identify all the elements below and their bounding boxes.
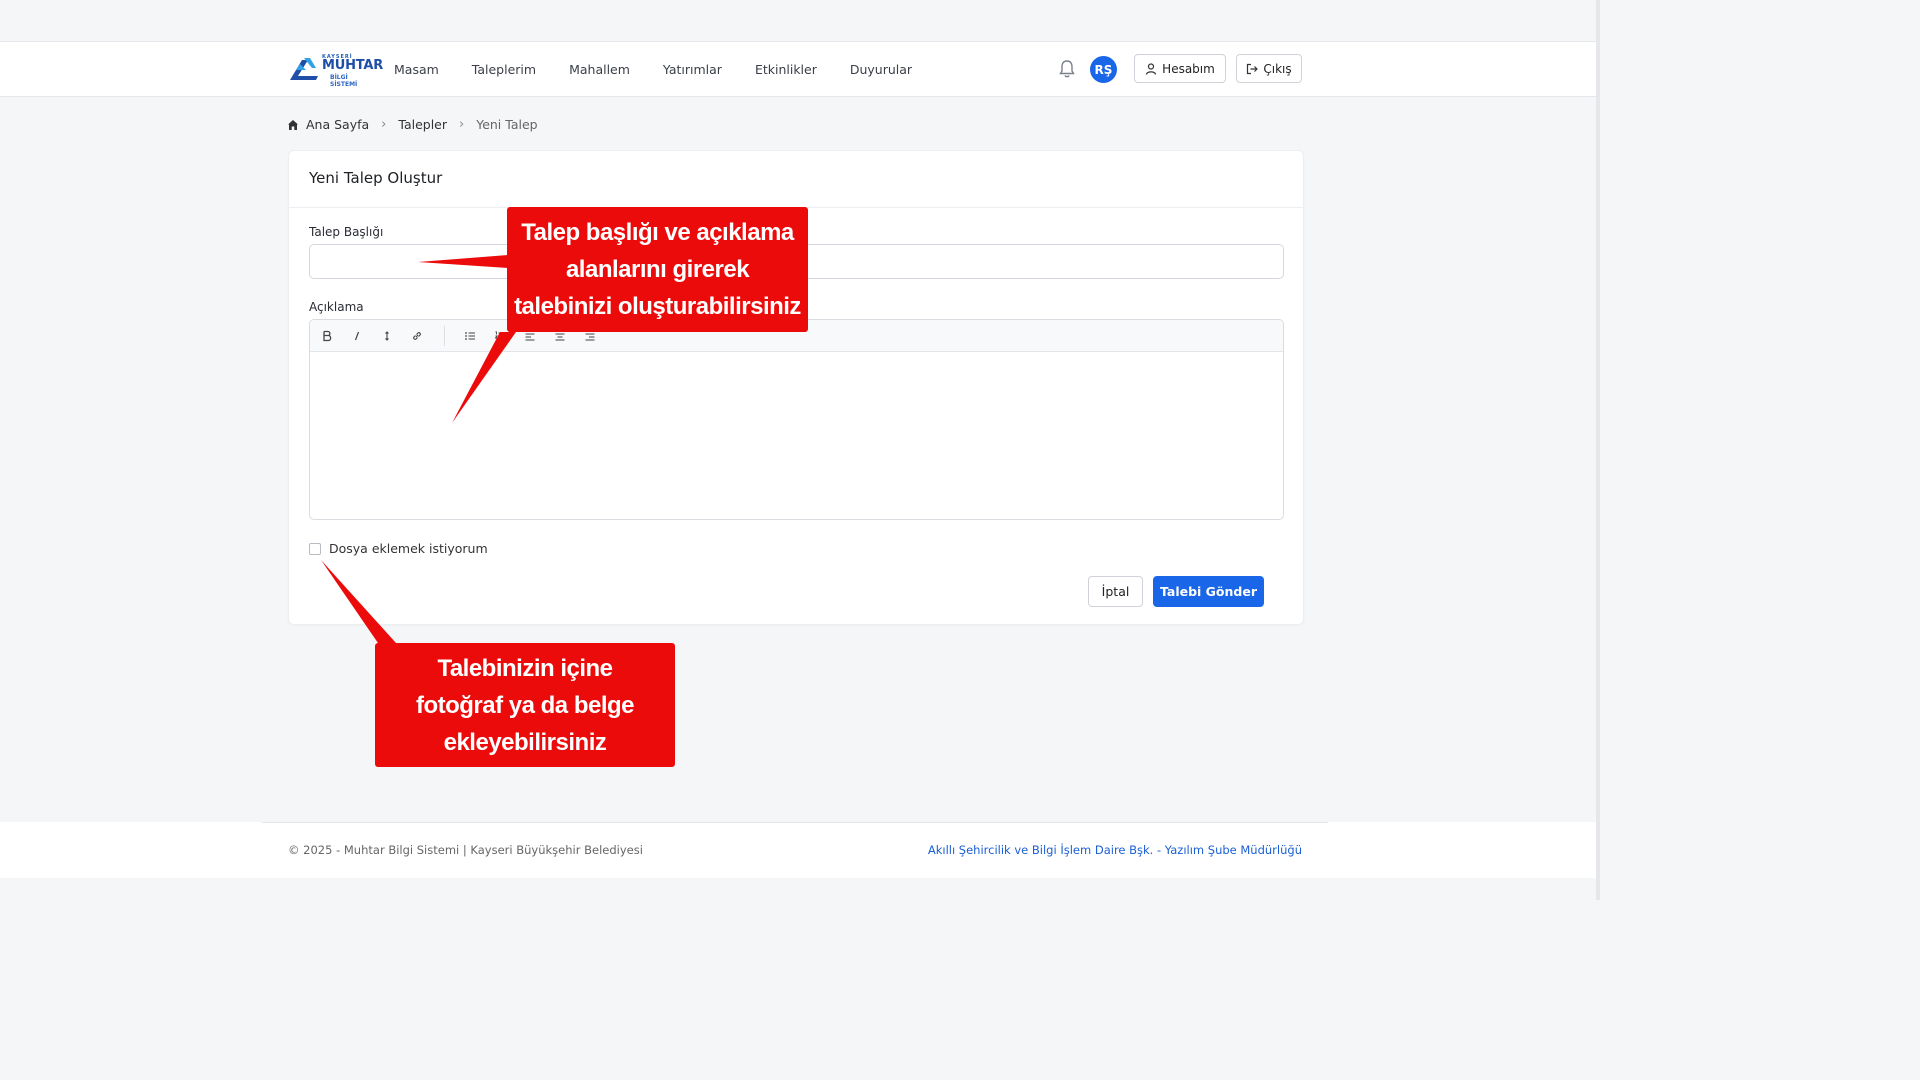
nav-item-mahallem[interactable]: Mahallem: [569, 62, 630, 77]
submit-button[interactable]: Talebi Gönder: [1153, 576, 1264, 607]
callout-1-line-2: alanlarını girerek: [565, 256, 750, 283]
link-icon[interactable]: [402, 324, 432, 348]
attach-file-row: Dosya eklemek istiyorum: [309, 541, 488, 556]
callout-1-line-3: talebinizi oluşturabilirsiniz: [514, 293, 801, 320]
logo[interactable]: KAYSERİ MUHTAR BİLGİ SİSTEMİ: [288, 54, 383, 88]
nav-item-taleplerim[interactable]: Taleplerim: [472, 62, 536, 77]
footer-copyright: © 2025 - Muhtar Bilgi Sistemi | Kayseri …: [288, 843, 643, 857]
bell-icon[interactable]: [1058, 59, 1076, 79]
footer-divider: [262, 822, 1328, 823]
main-nav: Masam Taleplerim Mahallem Yatırımlar Etk…: [394, 42, 945, 96]
account-button[interactable]: Hesabım: [1134, 54, 1226, 83]
description-label: Açıklama: [309, 300, 364, 314]
logo-main-text: MUHTAR: [322, 58, 384, 73]
callout-2-line-3: ekleyebilirsiniz: [443, 728, 607, 756]
account-label: Hesabım: [1162, 61, 1215, 76]
breadcrumb: Ana Sayfa › Talepler › Yeni Talep: [287, 117, 538, 132]
user-icon: [1146, 62, 1157, 75]
logo-mark-icon: [290, 58, 318, 80]
home-icon[interactable]: [287, 119, 299, 131]
logout-button[interactable]: Çıkış: [1236, 54, 1302, 83]
breadcrumb-home[interactable]: Ana Sayfa: [306, 117, 369, 132]
cancel-button[interactable]: İptal: [1088, 576, 1143, 607]
breadcrumb-section[interactable]: Talepler: [398, 117, 447, 132]
footer: © 2025 - Muhtar Bilgi Sistemi | Kayseri …: [0, 822, 1596, 878]
navbar: KAYSERİ MUHTAR BİLGİ SİSTEMİ Masam Talep…: [0, 41, 1596, 97]
breadcrumb-current: Yeni Talep: [476, 117, 538, 132]
font-size-icon[interactable]: [372, 324, 402, 348]
description-editor[interactable]: [309, 319, 1284, 520]
chevron-right-icon: ›: [459, 117, 465, 132]
italic-icon[interactable]: [342, 324, 372, 348]
page-title: Yeni Talep Oluştur: [309, 169, 443, 187]
toolbar-divider: [444, 325, 445, 346]
top-band: [0, 0, 1600, 41]
logout-icon: [1247, 63, 1259, 74]
attach-file-label[interactable]: Dosya eklemek istiyorum: [329, 541, 488, 556]
footer-department-link[interactable]: Akıllı Şehircilik ve Bilgi İşlem Daire B…: [928, 843, 1302, 857]
logo-sub-text: BİLGİ SİSTEMİ: [330, 74, 358, 88]
logout-label: Çıkış: [1263, 61, 1292, 76]
nav-item-etkinlikler[interactable]: Etkinlikler: [755, 62, 817, 77]
card-header: Yeni Talep Oluştur: [289, 151, 1303, 208]
callout-2-line-1: Talebinizin içine: [437, 654, 613, 682]
chevron-right-icon: ›: [381, 117, 387, 132]
bullet-list-icon[interactable]: [455, 324, 485, 348]
avatar[interactable]: RŞ: [1090, 56, 1117, 83]
scrollbar[interactable]: [1596, 0, 1600, 900]
callout-1-line-1: Talep başlığı ve açıklama: [521, 219, 794, 246]
nav-item-duyurular[interactable]: Duyurular: [850, 62, 912, 77]
title-field-label: Talep Başlığı: [309, 225, 384, 239]
callout-2-line-2: fotoğraf ya da belge: [415, 691, 635, 719]
callout-title-description: Talep başlığı ve açıklama alanlarını gir…: [507, 207, 808, 332]
attach-file-checkbox[interactable]: [309, 542, 321, 555]
nav-item-yatirimlar[interactable]: Yatırımlar: [663, 62, 722, 77]
callout-attachment: Talebinizin içine fotoğraf ya da belge e…: [375, 643, 675, 767]
bold-icon[interactable]: [312, 324, 342, 348]
nav-item-masam[interactable]: Masam: [394, 62, 439, 77]
